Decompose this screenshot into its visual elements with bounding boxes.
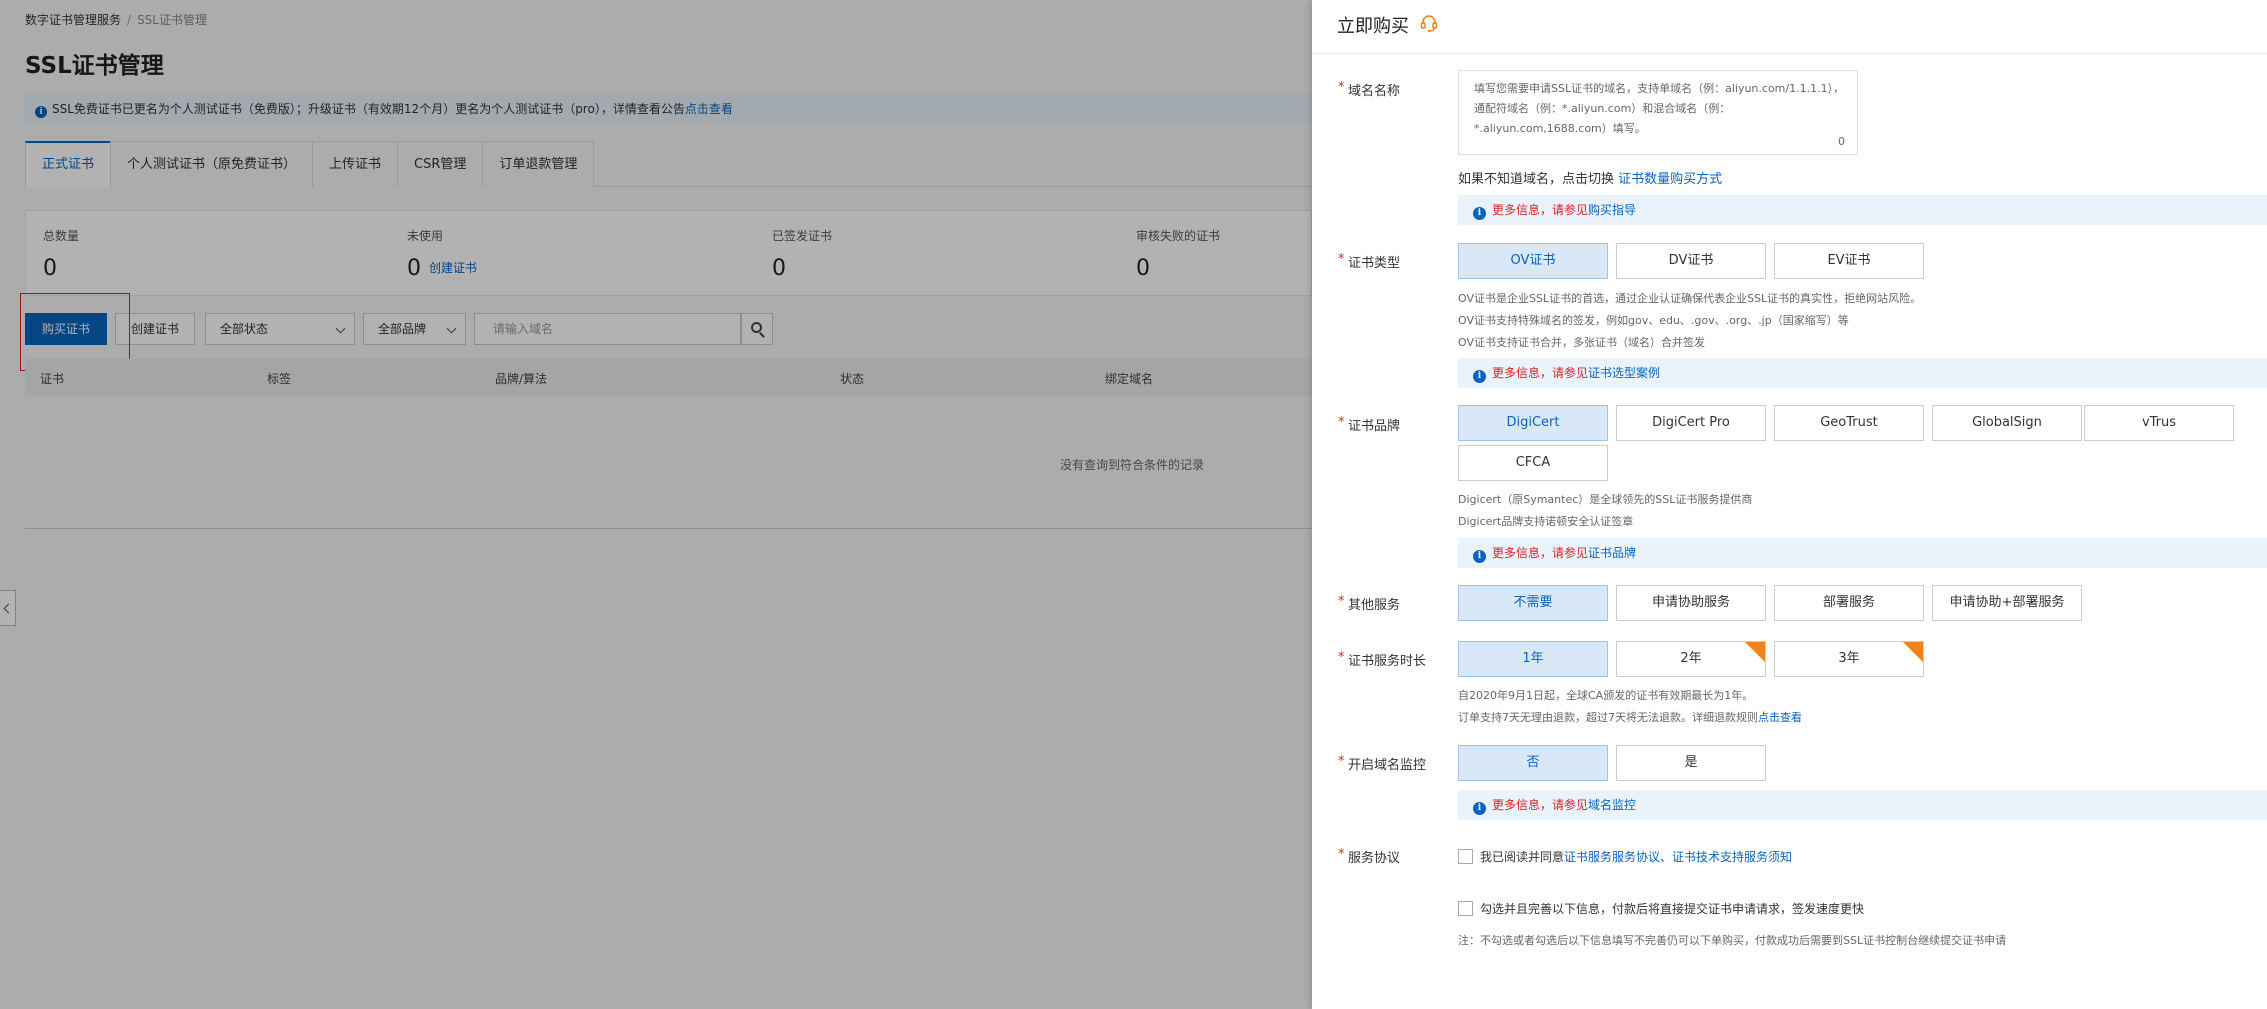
required-mark: * <box>1338 754 1345 769</box>
duration-label: * 证书服务时长 <box>1338 650 1427 669</box>
agreement-label-text: 服务协议 <box>1348 851 1401 866</box>
required-mark: * <box>1338 650 1345 665</box>
info-text: 更多信息，请参见 <box>1492 366 1589 380</box>
domain-hint-text: 如果不知道域名，点击切换 <box>1458 172 1615 187</box>
monitor-label-text: 开启域名监控 <box>1348 758 1427 773</box>
cert-type-info-bar: i 更多信息，请参见证书选型案例 <box>1458 358 2267 388</box>
other-service-label: * 其他服务 <box>1338 594 1401 613</box>
brand-digicert-pro[interactable]: DigiCert Pro <box>1616 405 1766 441</box>
agreement-text: 我已阅读并同意证书服务服务协议、证书技术支持服务须知 <box>1480 848 1792 865</box>
info-text: 更多信息，请参见 <box>1492 546 1589 560</box>
purchase-drawer: 立即购买 * 域名名称 填写您需要申请SSL证书的域名，支持单域名（例：aliyu… <box>1312 0 2267 1009</box>
agreement-checkbox[interactable] <box>1458 849 1473 864</box>
fill-info-text: 勾选并且完善以下信息，付款后将直接提交证书申请请求，签发速度更快 <box>1480 902 1865 916</box>
fill-info-checkbox[interactable] <box>1458 901 1473 916</box>
cert-selection-link[interactable]: 证书选型案例 <box>1588 366 1660 380</box>
info-text: 更多信息，请参见 <box>1492 203 1589 217</box>
duration-3y-label: 3年 <box>1838 651 1860 666</box>
brand-cfca[interactable]: CFCA <box>1458 445 1608 481</box>
required-mark: * <box>1338 415 1345 430</box>
brand-geotrust[interactable]: GeoTrust <box>1774 405 1924 441</box>
service-deploy[interactable]: 部署服务 <box>1774 585 1924 621</box>
switch-quantity-link[interactable]: 证书数量购买方式 <box>1618 172 1722 187</box>
cert-type-ev[interactable]: EV证书 <box>1774 243 1924 279</box>
brand-vtrus[interactable]: vTrus <box>2084 405 2234 441</box>
cert-type-ov[interactable]: OV证书 <box>1458 243 1608 279</box>
duration-label-text: 证书服务时长 <box>1348 654 1427 669</box>
desc-line: OV证书是企业SSL证书的首选，通过企业认证确保代表企业SSL证书的真实性，拒绝… <box>1458 292 1922 305</box>
cert-type-label-text: 证书类型 <box>1348 256 1401 271</box>
drawer-header-divider <box>1312 53 2267 54</box>
brand-label: * 证书品牌 <box>1338 415 1401 434</box>
desc-line-2: 订单支持7天无理由退款，超过7天将无法退款。详细退款规则点击查看 <box>1458 707 1802 729</box>
headset-icon[interactable] <box>1419 13 1439 33</box>
domain-label-text: 域名名称 <box>1348 84 1401 99</box>
duration-1y[interactable]: 1年 <box>1458 641 1608 677</box>
discount-badge-icon <box>1745 642 1765 662</box>
discount-badge-icon <box>1903 642 1923 662</box>
purchase-guide-link[interactable]: 购买指导 <box>1588 203 1636 217</box>
duration-2y[interactable]: 2年 <box>1616 641 1766 677</box>
service-assist-deploy[interactable]: 申请协助+部署服务 <box>1932 585 2082 621</box>
monitor-yes[interactable]: 是 <box>1616 745 1766 781</box>
service-apply-assist[interactable]: 申请协助服务 <box>1616 585 1766 621</box>
brand-globalsign[interactable]: GlobalSign <box>1932 405 2082 441</box>
duration-2y-label: 2年 <box>1680 651 1702 666</box>
domain-info-bar: i 更多信息，请参见购买指导 <box>1458 195 2267 225</box>
required-mark: * <box>1338 847 1345 862</box>
domain-hint: 如果不知道域名，点击切换 证书数量购买方式 <box>1458 168 1722 187</box>
info-icon: i <box>1473 550 1486 563</box>
info-icon: i <box>1473 802 1486 815</box>
desc-line: 自2020年9月1日起，全球CA颁发的证书有效期最长为1年。 <box>1458 689 1754 702</box>
refund-rule-text: 订单支持7天无理由退款，超过7天将无法退款。详细退款规则 <box>1458 711 1758 724</box>
brand-digicert[interactable]: DigiCert <box>1458 405 1608 441</box>
brand-info-bar: i 更多信息，请参见证书品牌 <box>1458 538 2267 568</box>
domain-char-count: 0 <box>1838 135 1845 148</box>
brand-label-text: 证书品牌 <box>1348 419 1401 434</box>
required-mark: * <box>1338 594 1345 609</box>
cert-type-desc: OV证书是企业SSL证书的首选，通过企业认证确保代表企业SSL证书的真实性，拒绝… <box>1458 288 1921 354</box>
monitor-info-bar: i 更多信息，请参见域名监控 <box>1458 790 2267 820</box>
info-icon: i <box>1473 370 1486 383</box>
domain-monitor-link[interactable]: 域名监控 <box>1588 798 1636 812</box>
refund-rule-link[interactable]: 点击查看 <box>1758 711 1802 724</box>
cert-brand-link[interactable]: 证书品牌 <box>1588 546 1636 560</box>
cert-type-label: * 证书类型 <box>1338 252 1401 271</box>
desc-line: OV证书支持证书合并，多张证书（域名）合并签发 <box>1458 336 1705 349</box>
domain-label: * 域名名称 <box>1338 80 1401 99</box>
agreement-link[interactable]: 证书服务服务协议、证书技术支持服务须知 <box>1564 850 1792 864</box>
required-mark: * <box>1338 80 1345 95</box>
service-none[interactable]: 不需要 <box>1458 585 1608 621</box>
required-mark: * <box>1338 252 1345 267</box>
duration-3y[interactable]: 3年 <box>1774 641 1924 677</box>
other-service-label-text: 其他服务 <box>1348 598 1401 613</box>
agreement-prefix: 我已阅读并同意 <box>1480 850 1565 864</box>
desc-line: Digicert（原Symantec）是全球领先的SSL证书服务提供商 <box>1458 493 1753 506</box>
info-text: 更多信息，请参见 <box>1492 798 1589 812</box>
info-icon: i <box>1473 207 1486 220</box>
desc-line: OV证书支持特殊域名的签发，例如gov、edu、.gov、.org、.jp（国家… <box>1458 314 1849 327</box>
monitor-no[interactable]: 否 <box>1458 745 1608 781</box>
monitor-label: * 开启域名监控 <box>1338 754 1427 773</box>
modal-overlay[interactable] <box>0 0 1312 1009</box>
fill-info-note: 注：不勾选或者勾选后以下信息填写不完善仍可以下单购买，付款成功后需要到SSL证书… <box>1458 934 2007 947</box>
duration-desc: 自2020年9月1日起，全球CA颁发的证书有效期最长为1年。 订单支持7天无理由… <box>1458 685 1802 729</box>
agreement-label: * 服务协议 <box>1338 847 1401 866</box>
domain-textarea[interactable]: 填写您需要申请SSL证书的域名，支持单域名（例：aliyun.com/1.1.1… <box>1458 70 1858 155</box>
desc-line: Digicert品牌支持诺顿安全认证签章 <box>1458 515 1634 528</box>
brand-desc: Digicert（原Symantec）是全球领先的SSL证书服务提供商 Digi… <box>1458 489 1752 533</box>
drawer-title: 立即购买 <box>1337 16 1409 37</box>
domain-placeholder: 填写您需要申请SSL证书的域名，支持单域名（例：aliyun.com/1.1.1… <box>1474 82 1845 135</box>
cert-type-dv[interactable]: DV证书 <box>1616 243 1766 279</box>
